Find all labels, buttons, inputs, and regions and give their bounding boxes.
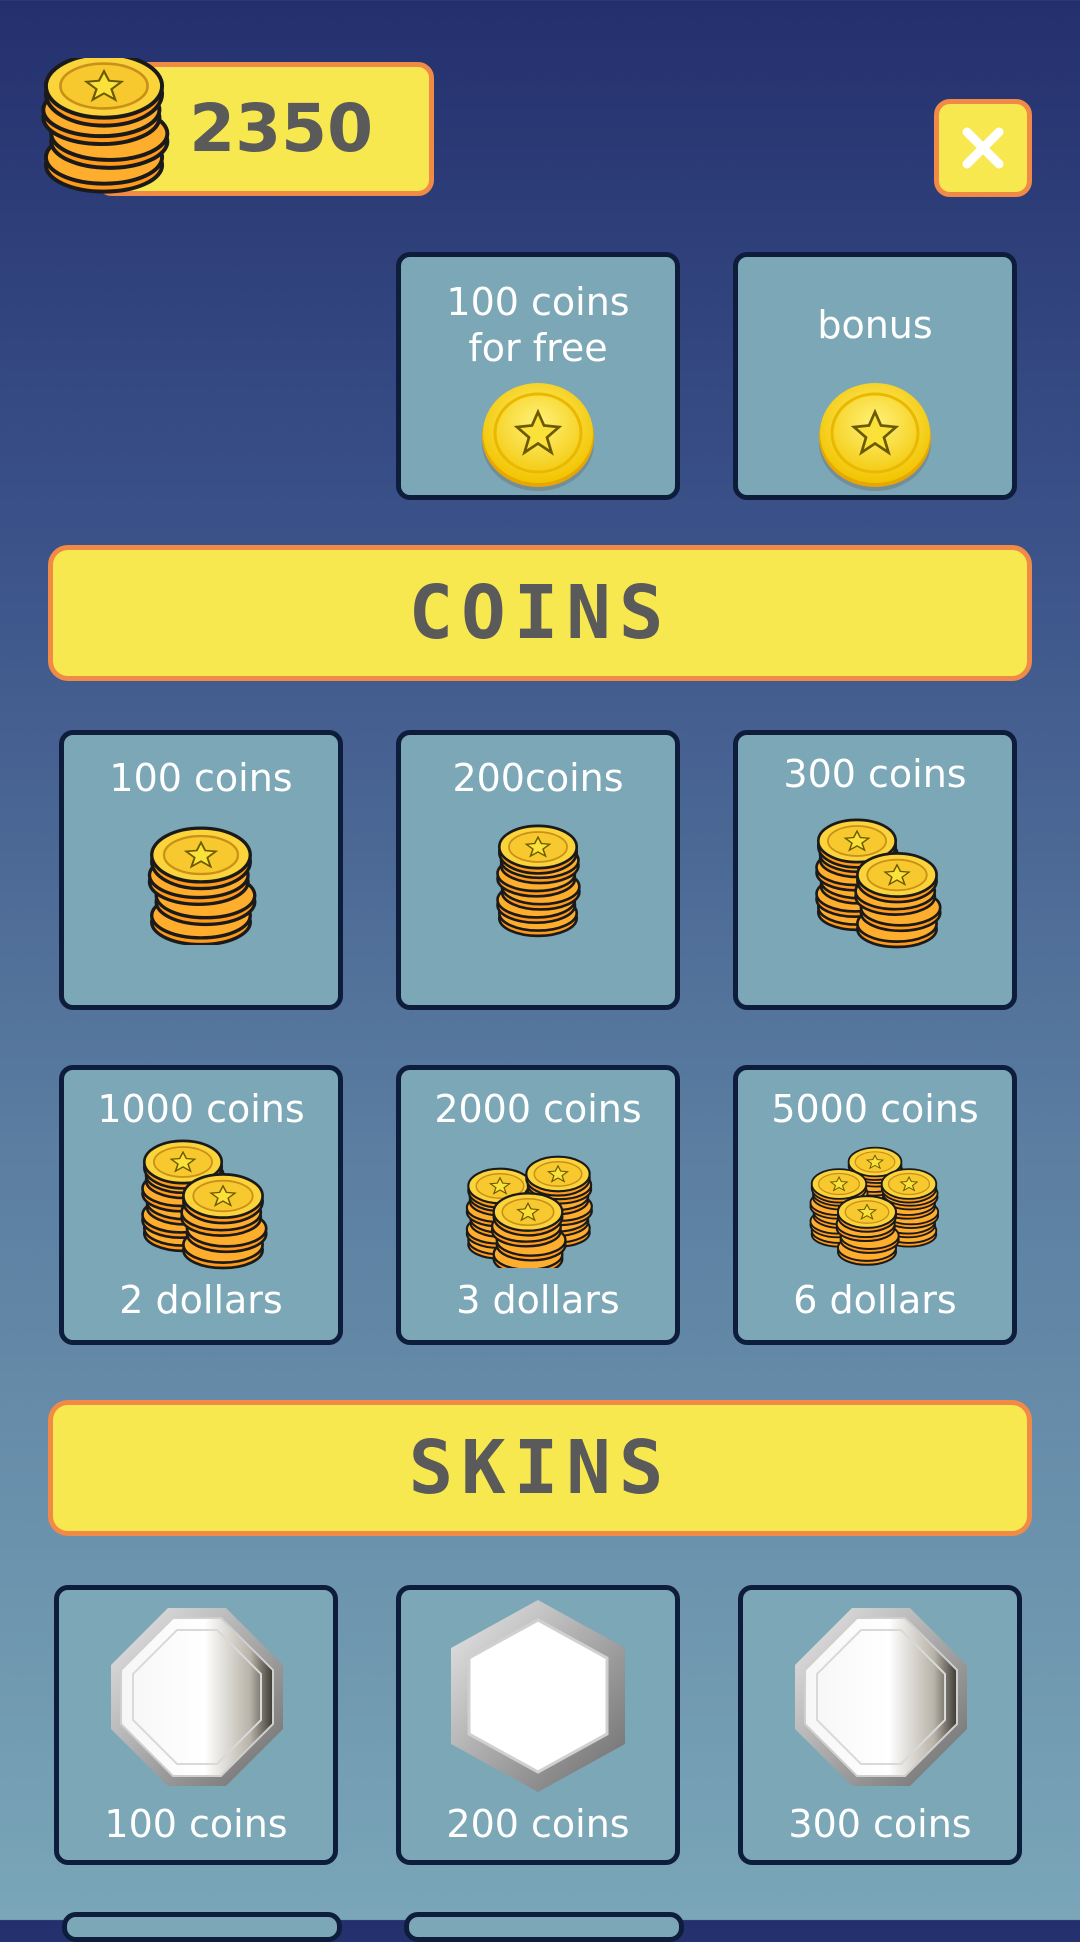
coins-section-title: COINS [408, 570, 672, 656]
free-coins-card[interactable]: 100 coins for free [396, 252, 680, 500]
skin-price: 200 coins [446, 1802, 630, 1846]
coin-pack-200[interactable]: 200coins [396, 730, 680, 1010]
coin-pack-100[interactable]: 100 coins [59, 730, 343, 1010]
coin-icon [815, 375, 935, 491]
coin-pack-1000[interactable]: 1000 coins 2 dollars [59, 1065, 343, 1345]
coin-pack-label: 1000 coins [97, 1087, 305, 1131]
octagon-skin-icon [111, 1608, 283, 1786]
coin-pack-300[interactable]: 300 coins [733, 730, 1017, 1010]
coin-pack-label: 5000 coins [771, 1087, 979, 1131]
close-icon [962, 127, 1004, 169]
coin-icon [478, 375, 598, 491]
skin-item-octagon[interactable]: 100 coins [54, 1585, 338, 1865]
octagon-skin-icon [795, 1608, 967, 1786]
coin-stacks-icon [800, 811, 950, 951]
close-button[interactable] [934, 99, 1032, 197]
coin-pack-label: 2000 coins [434, 1087, 642, 1131]
skins-section-title: SKINS [408, 1425, 672, 1511]
skins-section-header: SKINS [48, 1400, 1032, 1536]
coin-stack-icon [38, 58, 174, 200]
skin-item-partial[interactable] [62, 1912, 342, 1942]
skin-item-hexagon[interactable]: 200 coins [396, 1585, 680, 1865]
coin-stacks-icon [126, 1132, 276, 1272]
coin-pack-label: 100 coins [109, 756, 293, 800]
bonus-card[interactable]: bonus [733, 252, 1017, 500]
coin-stack-icon [483, 815, 593, 953]
coin-pile-icon [463, 1144, 613, 1268]
coin-pack-price: 2 dollars [119, 1278, 283, 1322]
coin-pack-price: 3 dollars [456, 1278, 620, 1322]
coin-pack-price: 6 dollars [793, 1278, 957, 1322]
coin-pile-icon [800, 1138, 950, 1268]
skin-item-partial[interactable] [404, 1912, 684, 1942]
coins-section-header: COINS [48, 545, 1032, 681]
skin-item-octagon-2[interactable]: 300 coins [738, 1585, 1022, 1865]
bonus-label: bonus [817, 303, 933, 347]
coin-pack-label: 300 coins [783, 752, 967, 796]
coin-pack-2000[interactable]: 2000 coins 3 dollars [396, 1065, 680, 1345]
skin-price: 300 coins [788, 1802, 972, 1846]
free-coins-label: 100 coins for free [446, 280, 630, 370]
coin-balance-value: 2350 [189, 90, 373, 167]
coin-pack-label: 200coins [452, 756, 624, 800]
skin-price: 100 coins [104, 1802, 288, 1846]
coin-pack-5000[interactable]: 5000 coins 6 dollars [733, 1065, 1017, 1345]
hexagon-skin-icon [451, 1600, 625, 1792]
coin-stack-icon [131, 815, 271, 945]
